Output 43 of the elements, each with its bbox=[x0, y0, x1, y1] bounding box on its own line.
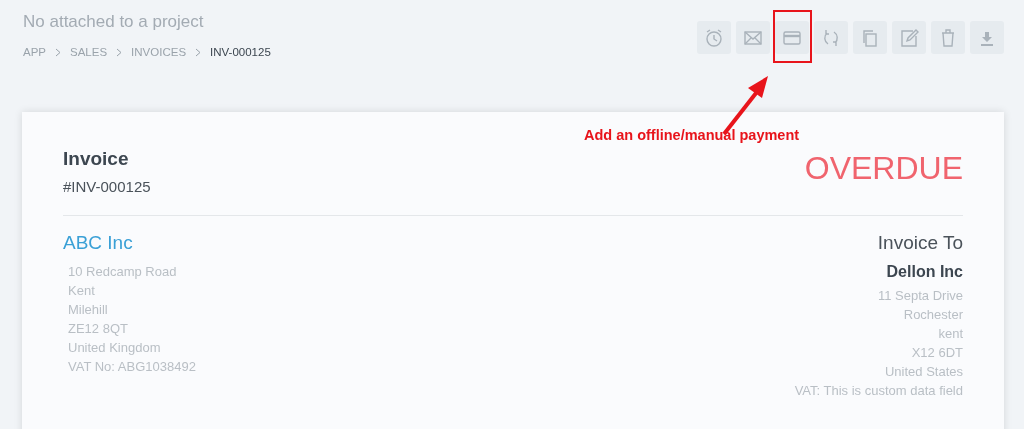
breadcrumb-link[interactable]: INV-000125 bbox=[210, 46, 271, 58]
client-name: Dellon Inc bbox=[885, 263, 963, 281]
reminder-button[interactable] bbox=[697, 21, 731, 54]
clone-button[interactable] bbox=[853, 21, 887, 54]
address-line: VAT No: ABG1038492 bbox=[68, 358, 196, 376]
recurring-button[interactable] bbox=[814, 21, 848, 54]
edit-icon bbox=[901, 28, 919, 47]
company-name: ABC Inc bbox=[63, 232, 134, 254]
envelope-icon bbox=[744, 30, 762, 45]
address-line: X12 6DT bbox=[910, 344, 963, 362]
annotation-text: Add an offline/manual payment bbox=[584, 127, 800, 143]
download-icon bbox=[981, 31, 993, 46]
address-line: Milehill bbox=[68, 301, 109, 319]
alarm-clock-icon bbox=[706, 28, 722, 47]
address-line: Rochester bbox=[902, 306, 963, 324]
download-button[interactable] bbox=[970, 21, 1004, 54]
invoice-to-heading: Invoice To bbox=[876, 232, 963, 254]
edit-button[interactable] bbox=[892, 21, 926, 54]
copy-icon bbox=[863, 29, 877, 47]
credit-card-icon bbox=[783, 30, 801, 45]
address-line: United Kingdom bbox=[68, 339, 162, 357]
delete-button[interactable] bbox=[931, 21, 965, 54]
breadcrumb-link[interactable]: APP bbox=[23, 46, 46, 58]
invoice-title: Invoice bbox=[63, 148, 130, 170]
invoice-number: #INV-000125 bbox=[63, 178, 151, 195]
breadcrumb-link[interactable]: SALES bbox=[70, 46, 108, 58]
address-line: Kent bbox=[68, 282, 96, 300]
trash-icon bbox=[941, 28, 955, 47]
payment-button[interactable] bbox=[775, 21, 809, 54]
project-status: No attached to a project bbox=[23, 12, 205, 32]
breadcrumb-link[interactable]: INVOICES bbox=[131, 46, 187, 58]
email-button[interactable] bbox=[736, 21, 770, 54]
invoice-status: OVERDUE bbox=[804, 150, 963, 188]
chevron-icon bbox=[195, 47, 202, 57]
address-line: kent bbox=[937, 325, 963, 343]
refresh-icon bbox=[824, 28, 838, 47]
address-line: 11 Septa Drive bbox=[876, 287, 963, 305]
address-line: United States bbox=[883, 363, 963, 381]
chevron-icon bbox=[116, 47, 123, 57]
chevron-icon bbox=[55, 47, 61, 57]
address-line: VAT: This is custom data field bbox=[794, 382, 963, 400]
address-line: 10 Redcamp Road bbox=[68, 263, 178, 281]
address-line: ZE12 8QT bbox=[68, 320, 129, 338]
